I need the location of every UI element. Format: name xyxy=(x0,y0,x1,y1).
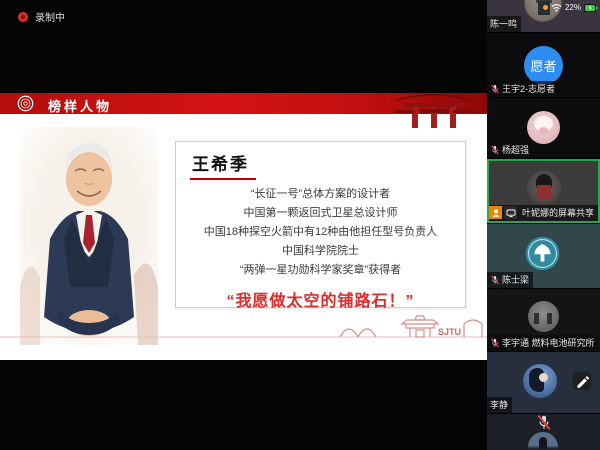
screen-share-icon xyxy=(504,206,517,219)
bio-line: 中国科学院院士 xyxy=(176,242,465,261)
gate-illustration-icon xyxy=(382,86,487,128)
battery-percent: 22% xyxy=(565,3,581,12)
recording-indicator[interactable]: 录制中 xyxy=(18,9,65,24)
avatar: 愿者 xyxy=(524,46,563,85)
presenter-badge-icon xyxy=(489,206,502,219)
participants-sidebar: 22% 陈一鸣 愿者 xyxy=(487,0,600,450)
participant-name: 杨超强 xyxy=(502,143,529,156)
bio-line: “两弹一星功勋科学家奖章”获得者 xyxy=(176,261,465,280)
slide-header: 榜样人物 xyxy=(0,93,487,114)
participant-tile[interactable]: 愿者 王宇2-志愿者 xyxy=(487,33,600,97)
participant-tile[interactable]: 杨超强 xyxy=(487,98,600,158)
mic-off-icon xyxy=(490,145,500,155)
participant-tile[interactable]: 22% 陈一鸣 xyxy=(487,0,600,32)
tree-logo-avatar xyxy=(525,236,560,271)
person-quote: “我愿做太空的铺路石！” xyxy=(176,287,465,311)
participant-tile[interactable]: 李宇通 燃料电池研究所 xyxy=(487,289,600,351)
person-info-box: 王希季 “长征一号”总体方案的设计者 中国第一颗返回式卫星总设计师 中国18种探… xyxy=(175,141,466,308)
avatar xyxy=(528,301,559,332)
mic-off-icon xyxy=(490,275,500,285)
participant-name: 叶妮娜的屏幕共享 xyxy=(522,206,594,219)
recording-dot-icon xyxy=(18,12,28,22)
participant-tile[interactable] xyxy=(487,414,600,450)
participant-name: 李静 xyxy=(490,398,508,411)
participant-name: 李宇通 燃料电池研究所 xyxy=(502,336,595,349)
bio-line: 中国18种探空火箭中有12种由他担任型号负责人 xyxy=(176,223,465,242)
notification-dot-icon xyxy=(543,5,548,10)
sjtu-seal-icon xyxy=(17,95,34,112)
bio-line: “长征一号”总体方案的设计者 xyxy=(176,185,465,204)
person-name: 王希季 xyxy=(192,150,465,175)
avatar xyxy=(527,111,560,144)
bio-lines: “长征一号”总体方案的设计者 中国第一颗返回式卫星总设计师 中国18种探空火箭中… xyxy=(176,185,465,280)
mic-off-icon xyxy=(490,84,500,94)
participant-name-label: 陈士梁 xyxy=(487,272,533,288)
participant-name-label: 杨超强 xyxy=(487,142,533,158)
slide-header-title: 榜样人物 xyxy=(48,96,112,115)
device-status-bar: 22% xyxy=(543,3,598,12)
recording-label: 录制中 xyxy=(35,9,65,24)
battery-charging-icon xyxy=(584,4,598,12)
avatar-initials: 愿者 xyxy=(530,56,556,75)
participant-name: 王宇2-志愿者 xyxy=(502,82,555,95)
shared-screen-area: 录制中 榜样人物 xyxy=(0,0,487,450)
participant-tile-active-sharing[interactable]: 叶妮娜的屏幕共享 xyxy=(487,159,600,223)
participant-tile[interactable]: 陈士梁 xyxy=(487,224,600,288)
avatar xyxy=(523,364,557,398)
participant-name: 陈一鸣 xyxy=(490,17,517,30)
participant-tile[interactable]: 李静 xyxy=(487,352,600,413)
participant-name-label: 王宇2-志愿者 xyxy=(487,81,559,97)
sjtu-skyline-watermark: SJTU xyxy=(0,311,487,345)
pen-annotation-icon[interactable] xyxy=(572,371,592,391)
presentation-slide: 榜样人物 xyxy=(0,93,487,360)
meeting-window: 录制中 榜样人物 xyxy=(0,0,600,450)
bio-line: 中国第一颗返回式卫星总设计师 xyxy=(176,204,465,223)
wifi-icon xyxy=(551,3,562,12)
participant-name-label: 陈一鸣 xyxy=(487,16,521,32)
participant-name-label: 李静 xyxy=(487,397,512,413)
mic-off-icon xyxy=(535,414,552,431)
watermark-text: SJTU xyxy=(438,327,461,337)
participant-name-label: 李宇通 燃料电池研究所 xyxy=(487,335,599,351)
title-underline xyxy=(190,178,256,180)
mic-off-icon xyxy=(490,338,500,348)
avatar xyxy=(527,171,561,205)
participant-name-label: 叶妮娜的屏幕共享 xyxy=(489,205,598,221)
avatar xyxy=(528,432,558,450)
participant-name: 陈士梁 xyxy=(502,273,529,286)
mic-on-icon xyxy=(519,208,520,218)
